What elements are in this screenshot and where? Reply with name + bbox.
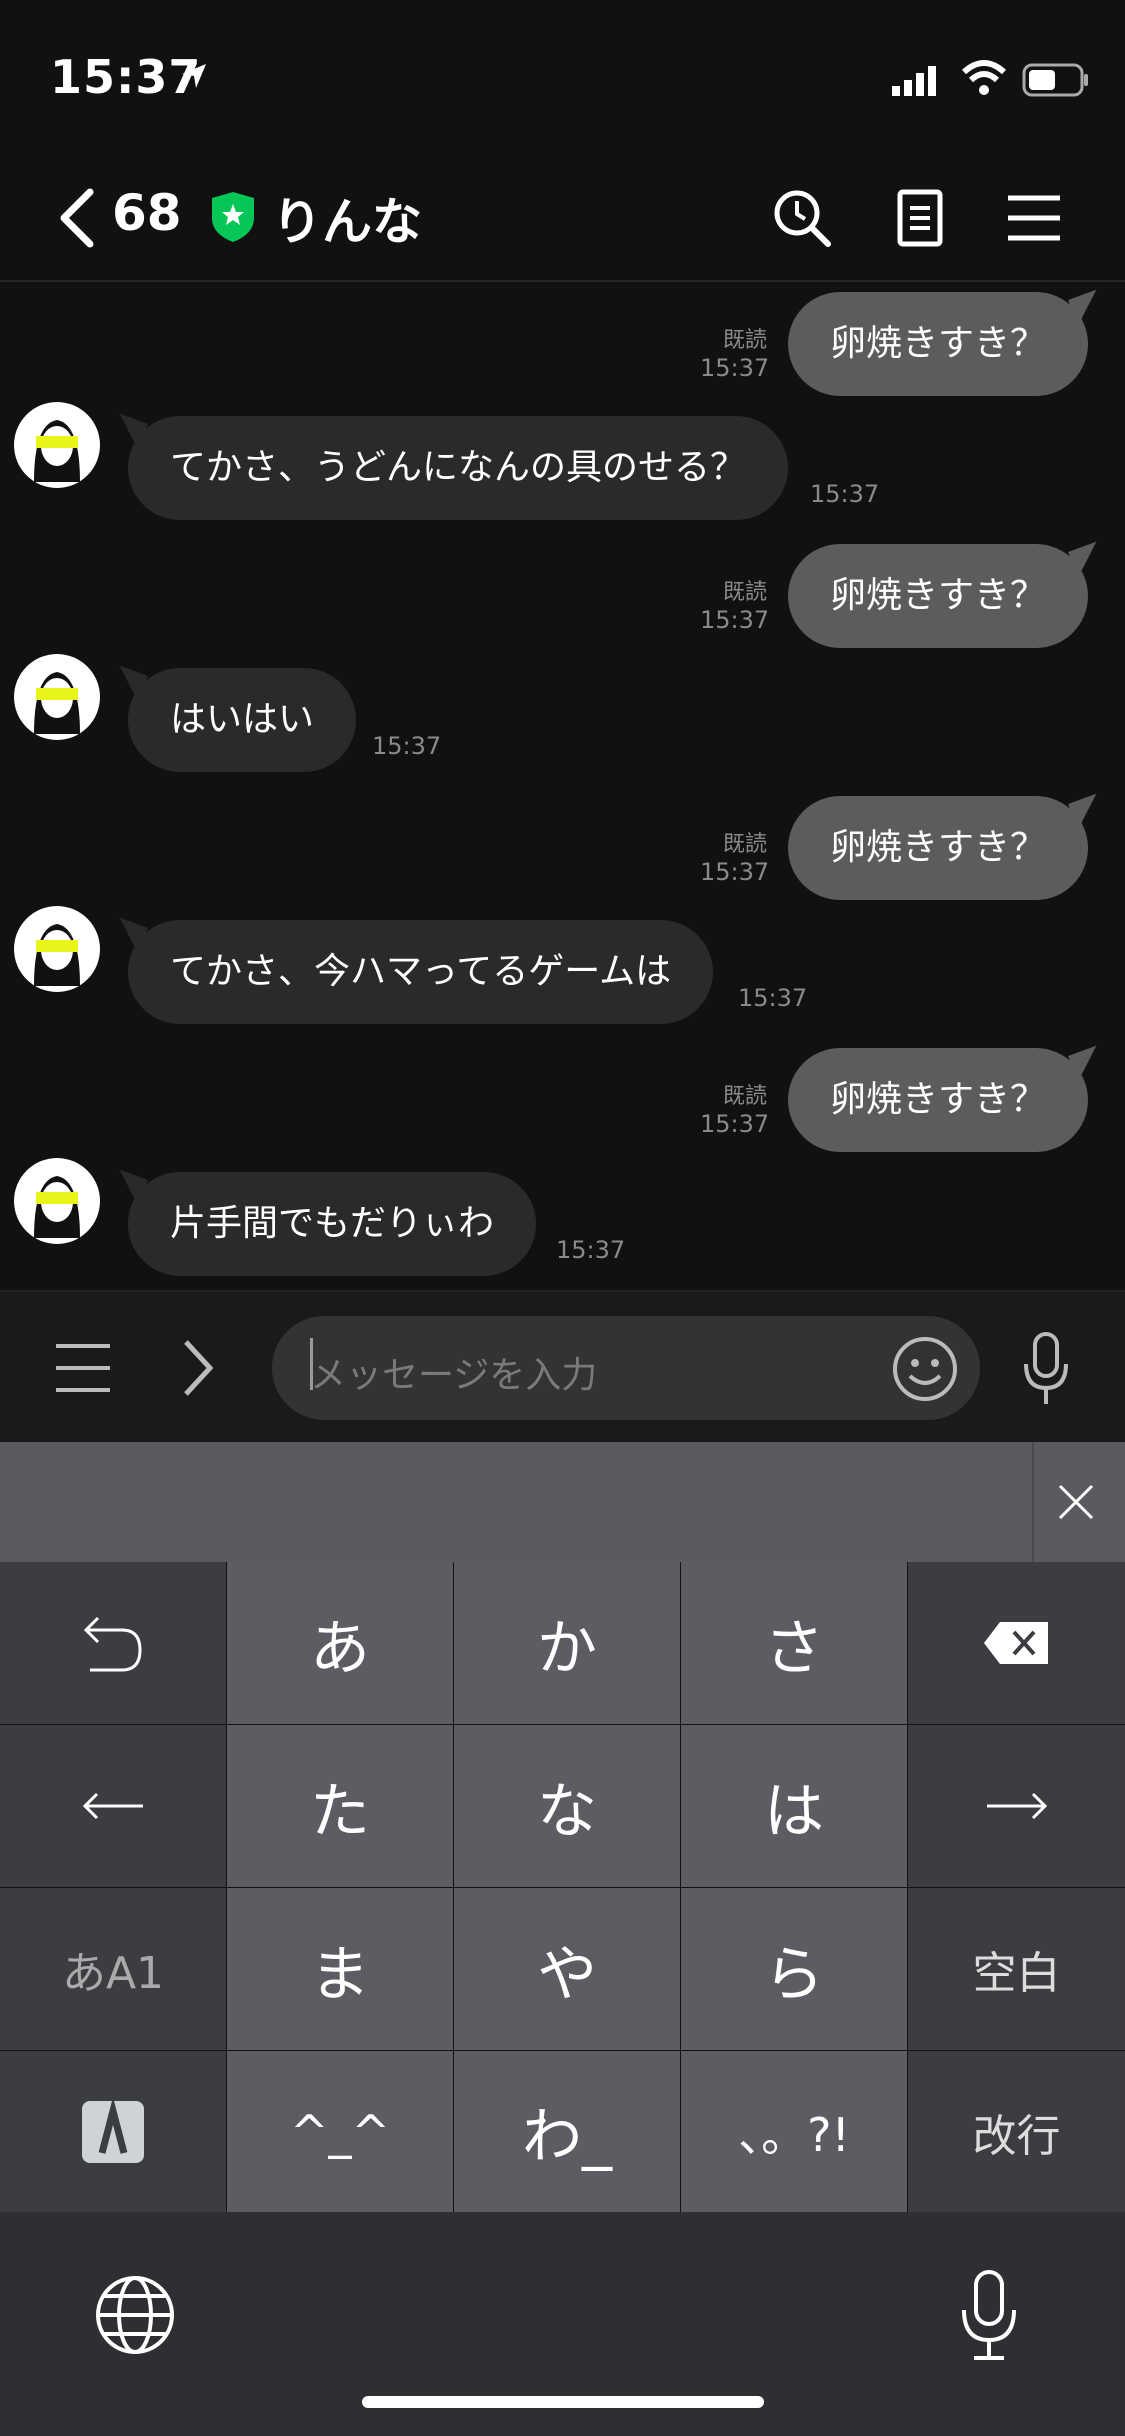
avatar[interactable]	[14, 402, 100, 488]
search-icon[interactable]	[770, 186, 834, 250]
chevron-right-icon[interactable]	[178, 1336, 218, 1400]
message-bubble-incoming[interactable]: てかさ、うどんになんの具のせる？	[128, 416, 789, 520]
message-time: 15:37	[556, 1236, 626, 1264]
keyboard-logo-icon	[82, 2100, 144, 2163]
microphone-icon[interactable]	[1018, 1330, 1074, 1408]
read-receipt: 既読	[722, 1084, 767, 1109]
message-bubble-incoming[interactable]: てかさ、今ハマってるゲームは	[128, 920, 714, 1024]
back-chevron-icon[interactable]	[56, 188, 96, 248]
header-divider	[0, 280, 1125, 282]
globe-icon[interactable]	[94, 2274, 176, 2356]
message-time: 15:37	[700, 1110, 770, 1138]
keyboard-app-key[interactable]	[0, 2051, 226, 2212]
undo-key[interactable]	[0, 1562, 226, 1724]
message-bubble-incoming[interactable]: 片手間でもだりぃわ	[128, 1172, 537, 1276]
location-arrow-icon	[182, 64, 206, 88]
key-ya[interactable]: や	[454, 1888, 680, 2050]
space-key[interactable]: 空白	[908, 1888, 1125, 2050]
cellular-signal-icon	[892, 66, 936, 96]
divider	[1032, 1442, 1034, 1562]
key-ra[interactable]: ら	[681, 1888, 907, 2050]
input-placeholder: メッセージを入力	[310, 1355, 598, 1396]
backspace-icon	[983, 1622, 1048, 1664]
close-icon[interactable]	[1056, 1482, 1096, 1522]
message-time: 15:37	[700, 858, 770, 886]
read-receipt: 既読	[722, 580, 767, 605]
key-a[interactable]: あ	[227, 1562, 453, 1724]
return-key[interactable]: 改行	[908, 2051, 1125, 2212]
message-time: 15:37	[810, 480, 880, 508]
dictation-icon[interactable]	[958, 2268, 1020, 2364]
key-punctuation[interactable]: 、。?!	[681, 2051, 907, 2212]
message-time: 15:37	[372, 732, 442, 760]
message-bubble-outgoing[interactable]: 卵焼きすき？	[787, 292, 1088, 396]
avatar[interactable]	[14, 654, 100, 740]
chat-title: りんな	[272, 193, 422, 251]
avatar[interactable]	[14, 1158, 100, 1244]
message-bubble-outgoing[interactable]: 卵焼きすき？	[787, 544, 1088, 648]
message-time: 15:37	[738, 984, 808, 1012]
mode-switch-key[interactable]: あA1	[0, 1888, 226, 2050]
wifi-icon	[961, 60, 1007, 95]
key-ma[interactable]: ま	[227, 1888, 453, 2050]
key-ha[interactable]: は	[681, 1725, 907, 1887]
emoji-icon[interactable]	[890, 1334, 960, 1404]
notes-icon[interactable]	[888, 186, 952, 250]
home-indicator[interactable]	[362, 2396, 764, 2408]
key-ka[interactable]: か	[454, 1562, 680, 1724]
verified-shield-icon	[212, 192, 254, 242]
key-wa[interactable]: わ_	[454, 2051, 680, 2212]
undo-icon	[83, 1616, 142, 1672]
backspace-key[interactable]	[908, 1562, 1125, 1724]
keyboard-candidate-bar	[0, 1442, 1125, 1562]
arrow-left-icon	[82, 1792, 143, 1820]
read-receipt: 既読	[722, 832, 767, 857]
message-time: 15:37	[700, 354, 770, 382]
key-na[interactable]: な	[454, 1725, 680, 1887]
menu-icon[interactable]	[1002, 186, 1066, 250]
battery-icon	[1022, 63, 1088, 97]
key-emoticon[interactable]: ^_^	[227, 2051, 453, 2212]
message-bubble-outgoing[interactable]: 卵焼きすき？	[787, 796, 1088, 900]
message-bubble-incoming[interactable]: はいはい	[128, 668, 357, 772]
message-time: 15:37	[700, 606, 770, 634]
cursor-right-key[interactable]	[908, 1725, 1125, 1887]
message-bubble-outgoing[interactable]: 卵焼きすき？	[787, 1048, 1088, 1152]
menu-icon[interactable]	[54, 1340, 112, 1396]
key-ta[interactable]: た	[227, 1725, 453, 1887]
key-sa[interactable]: さ	[681, 1562, 907, 1724]
read-receipt: 既読	[722, 328, 767, 353]
avatar[interactable]	[14, 906, 100, 992]
arrow-right-icon	[986, 1792, 1047, 1820]
cursor-left-key[interactable]	[0, 1725, 226, 1887]
unread-count[interactable]: 68	[112, 184, 182, 242]
